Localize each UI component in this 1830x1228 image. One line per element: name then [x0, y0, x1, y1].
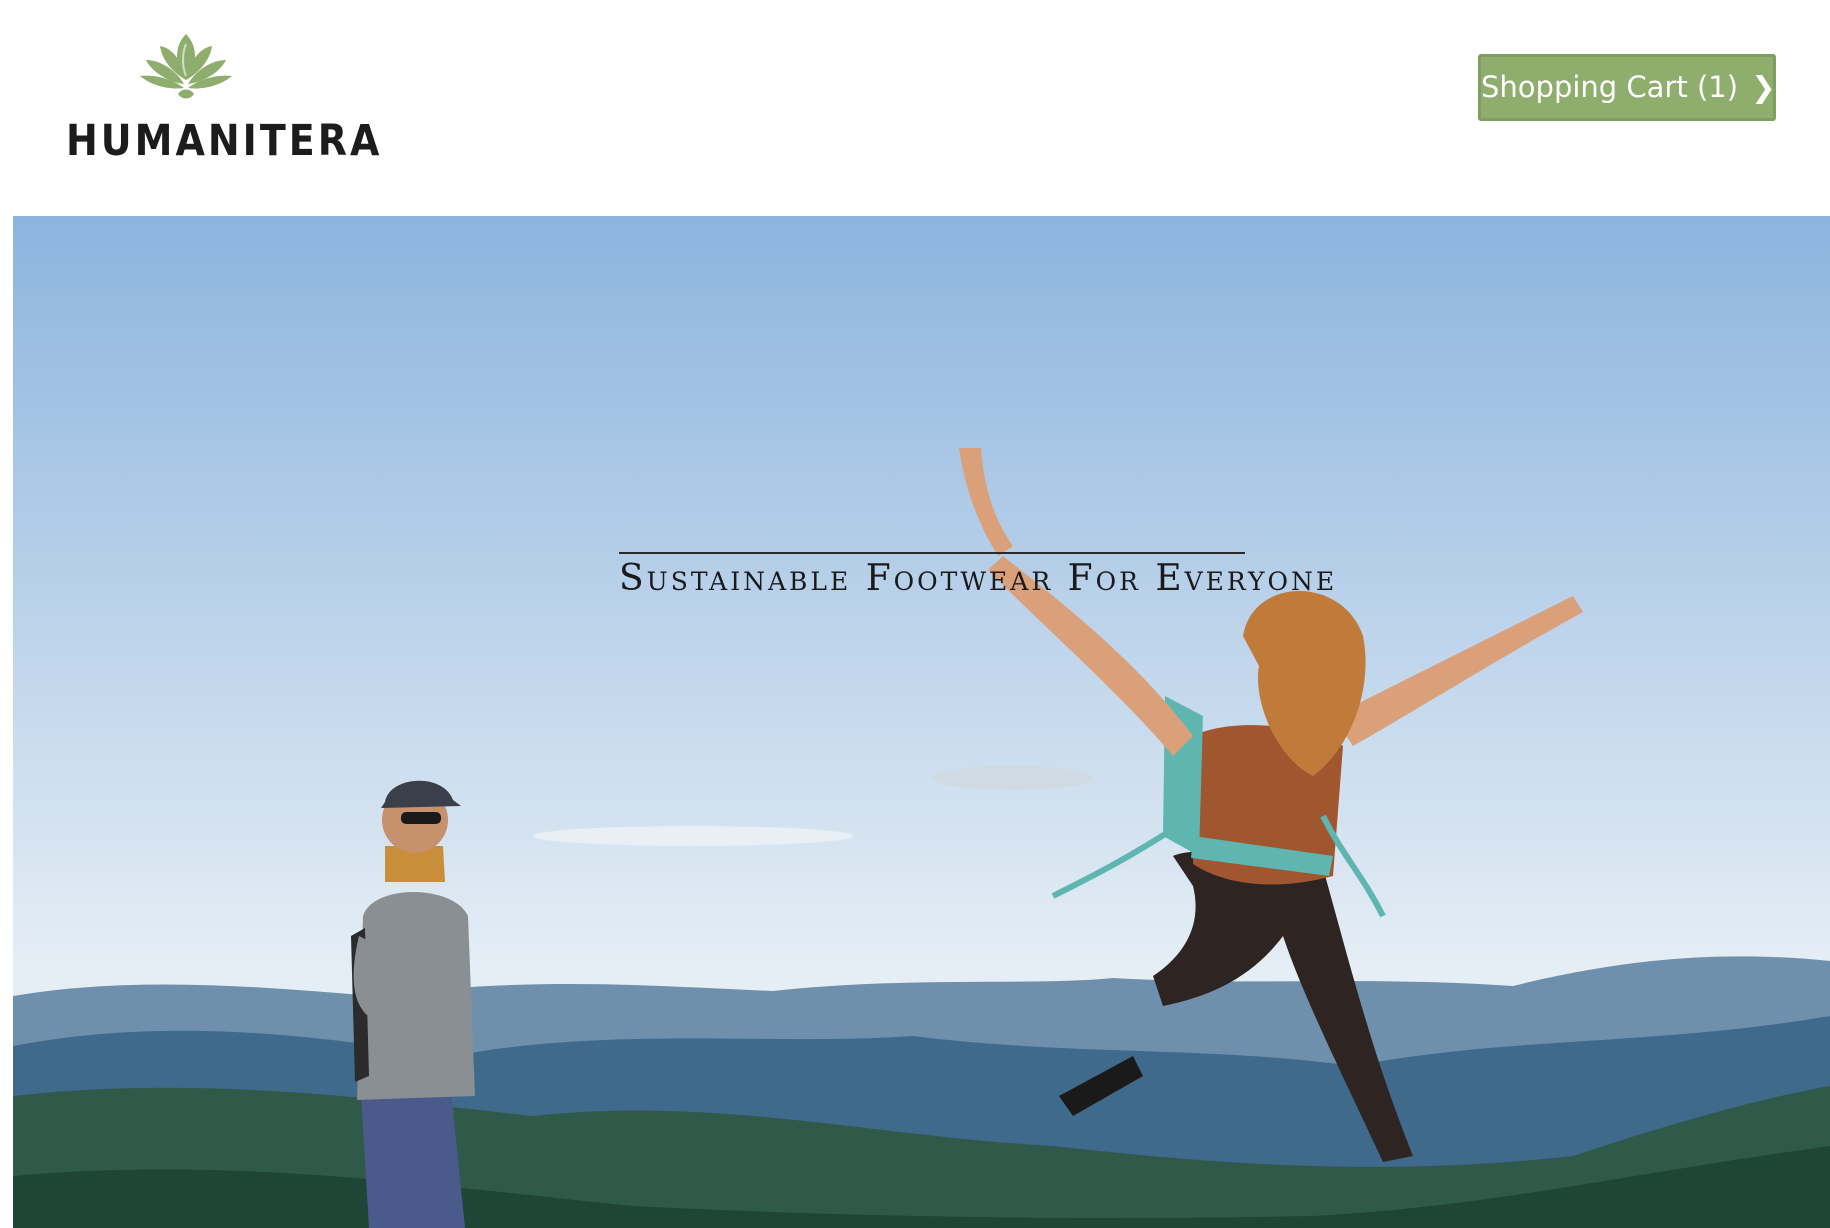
cloud: [533, 826, 853, 846]
hero-image: [13, 216, 1830, 1228]
cloud: [933, 766, 1093, 790]
site-header: HUMANITERA Shopping Cart (1) ❯: [0, 0, 1830, 216]
hero-tagline: Sustainable Footwear For Everyone: [619, 552, 1334, 599]
shopping-cart-button[interactable]: Shopping Cart (1) ❯: [1478, 54, 1776, 121]
hero-banner: Sustainable Footwear For Everyone: [13, 216, 1830, 1228]
brand-name: HUMANITERA: [66, 116, 383, 166]
lotus-icon: [140, 34, 232, 99]
site-logo[interactable]: HUMANITERA: [66, 30, 379, 165]
cart-label: Shopping Cart (1): [1481, 70, 1739, 104]
chevron-right-icon: ❯: [1751, 70, 1776, 104]
